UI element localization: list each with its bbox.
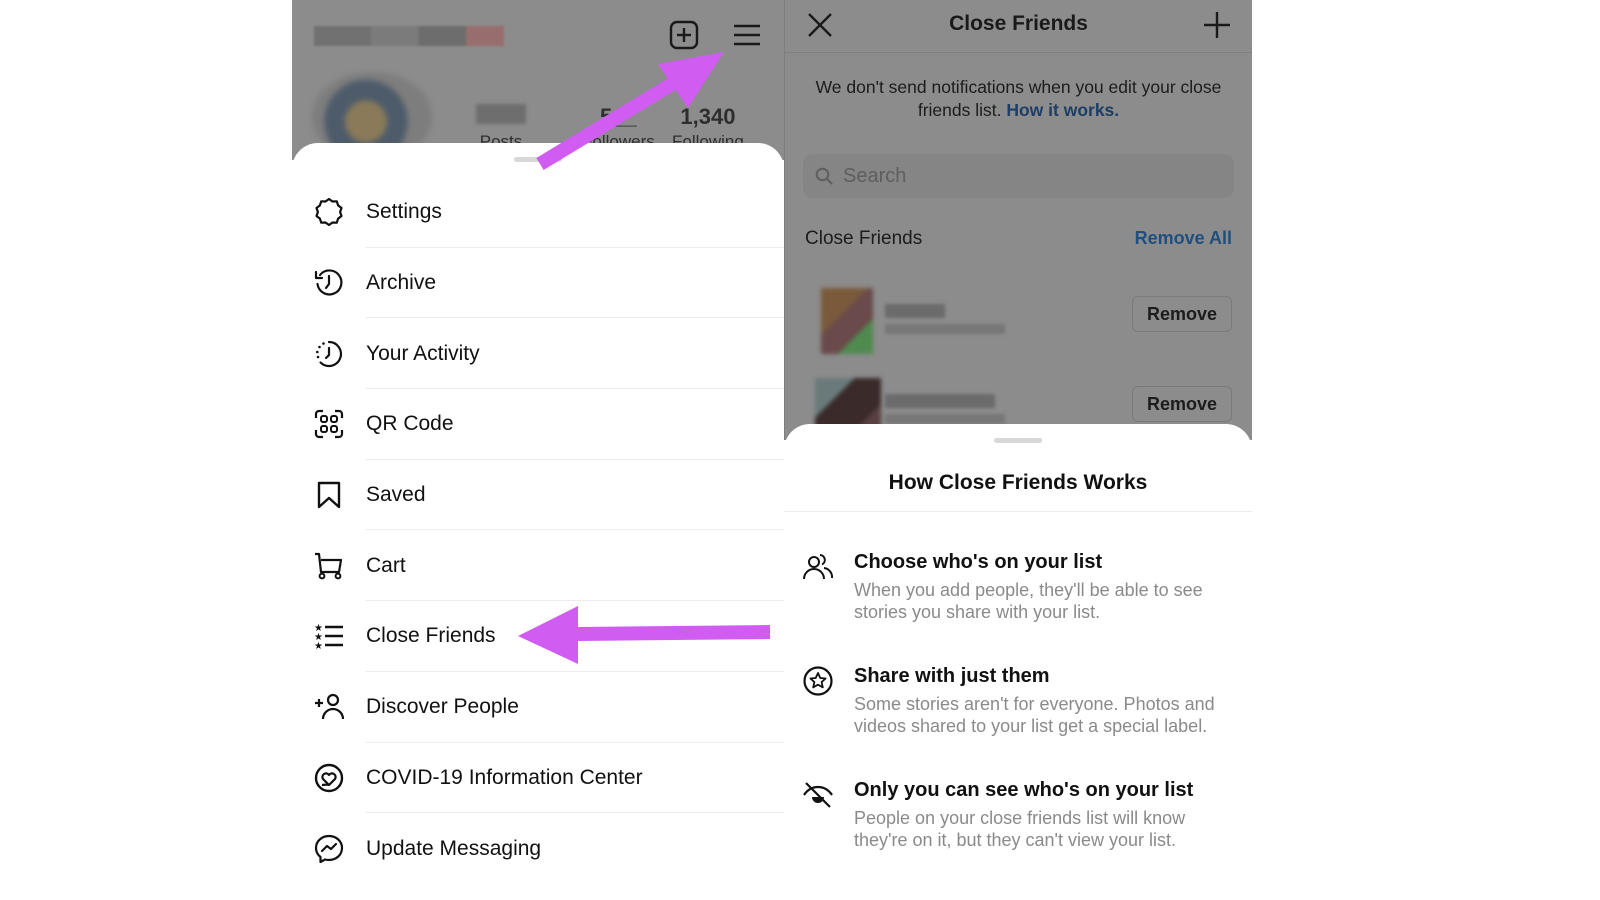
qr-code-icon <box>312 407 346 441</box>
menu-item-qr-code[interactable]: QR Code <box>292 389 784 460</box>
cart-icon <box>312 549 346 583</box>
sheet-grabber[interactable] <box>514 157 562 162</box>
new-post-icon[interactable] <box>667 18 701 52</box>
section-title: Close Friends <box>805 228 923 249</box>
friend-name-blurred <box>885 394 995 408</box>
settings-icon <box>312 195 346 229</box>
profile-header-dimmed: Posts 5__ Followers 1,340 Following <box>292 0 784 162</box>
star-circle-icon <box>802 665 834 697</box>
notification-notice: We don't send notifications when you edi… <box>815 77 1222 120</box>
friend-row: Remove <box>785 282 1252 362</box>
sheet-title: How Close Friends Works <box>888 471 1148 494</box>
covid-heart-icon <box>312 761 346 795</box>
remove-all-button[interactable]: Remove All <box>1135 228 1232 249</box>
how-it-works-link[interactable]: How it works. <box>1006 100 1119 120</box>
friend-username-blurred <box>885 324 1005 334</box>
friend-avatar <box>821 288 873 354</box>
close-friends-dimmed: Close Friends We don't send notification… <box>784 0 1252 444</box>
hamburger-menu-icon[interactable] <box>730 18 764 52</box>
search-input[interactable]: Search <box>803 154 1234 198</box>
menu-list: Settings Archive Your Activity QR Code S… <box>292 177 784 884</box>
search-icon <box>815 167 833 185</box>
menu-item-cart[interactable]: Cart <box>292 530 784 602</box>
profile-menu-screen: Posts 5__ Followers 1,340 Following Sett… <box>292 0 784 900</box>
svg-text:★: ★ <box>314 641 323 652</box>
friend-name-blurred <box>885 304 945 318</box>
archive-icon <box>312 266 346 300</box>
menu-item-covid-info[interactable]: COVID-19 Information Center <box>292 743 784 814</box>
add-icon[interactable] <box>1202 10 1232 45</box>
menu-item-your-activity[interactable]: Your Activity <box>292 318 784 390</box>
people-icon <box>802 551 834 583</box>
menu-item-discover-people[interactable]: Discover People <box>292 672 784 743</box>
friend-username-blurred <box>885 414 1005 424</box>
nav-bar: Close Friends <box>785 0 1252 53</box>
remove-button[interactable]: Remove <box>1132 386 1232 422</box>
messenger-icon <box>312 832 346 866</box>
menu-item-update-messaging[interactable]: Update Messaging <box>292 813 784 884</box>
menu-bottom-sheet: Settings Archive Your Activity QR Code S… <box>292 143 784 900</box>
activity-icon <box>312 337 346 371</box>
menu-item-saved[interactable]: Saved <box>292 460 784 531</box>
username-blurred <box>314 26 504 46</box>
remove-button[interactable]: Remove <box>1132 296 1232 332</box>
menu-item-archive[interactable]: Archive <box>292 248 784 319</box>
page-title: Close Friends <box>949 12 1088 35</box>
menu-item-close-friends[interactable]: ★ ★ ★ Close Friends <box>292 601 784 672</box>
menu-item-settings[interactable]: Settings <box>292 177 784 248</box>
eye-off-icon <box>802 779 834 811</box>
how-it-works-sheet: How Close Friends Works Choose who's on … <box>784 424 1252 900</box>
add-person-icon <box>312 690 346 724</box>
sheet-grabber[interactable] <box>994 438 1042 443</box>
bookmark-icon <box>312 478 346 512</box>
close-friends-icon: ★ ★ ★ <box>312 619 346 653</box>
close-friends-screen: Close Friends We don't send notification… <box>784 0 1252 900</box>
